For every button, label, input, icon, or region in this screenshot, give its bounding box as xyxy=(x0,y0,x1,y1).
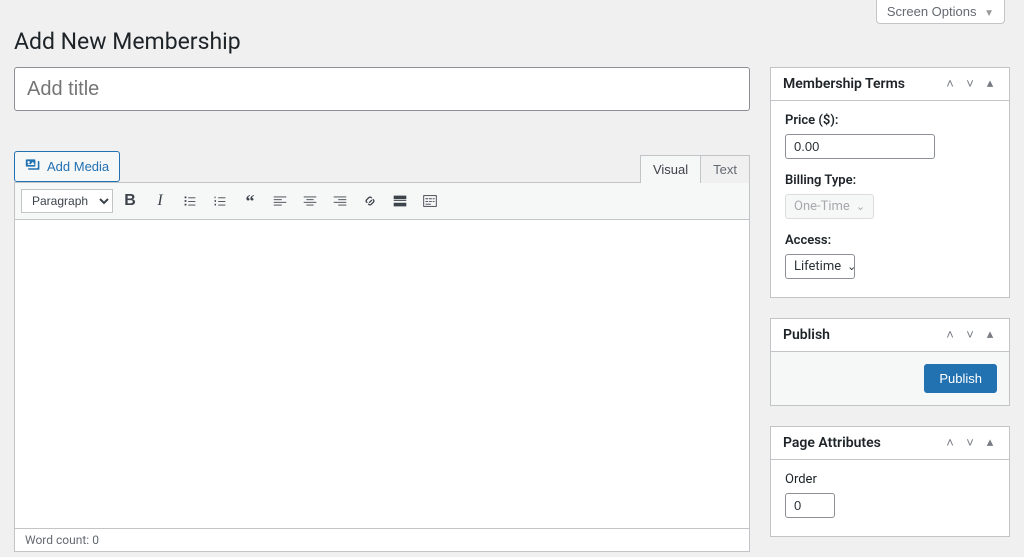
toolbar-toggle-button[interactable] xyxy=(417,188,443,214)
access-select[interactable]: Lifetime ⌄ xyxy=(785,254,855,279)
publish-button[interactable]: Publish xyxy=(924,364,997,393)
panel-up-icon[interactable]: ˄ xyxy=(943,435,957,451)
insert-more-button[interactable] xyxy=(387,188,413,214)
align-right-button[interactable] xyxy=(327,188,353,214)
access-label: Access: xyxy=(785,233,995,248)
order-input[interactable] xyxy=(785,493,835,518)
panel-membership-terms: Membership Terms ˄ ˅ ▴ Price ($): Billin… xyxy=(770,67,1010,298)
word-count-label: Word count: xyxy=(25,533,89,547)
chevron-down-icon: ⌄ xyxy=(856,200,865,213)
panel-title-publish: Publish xyxy=(783,327,830,343)
billing-type-value: One-Time xyxy=(794,199,850,214)
order-label: Order xyxy=(785,472,995,487)
tab-text[interactable]: Text xyxy=(700,155,750,183)
panel-down-icon[interactable]: ˅ xyxy=(963,76,977,92)
bold-button[interactable]: B xyxy=(117,188,143,214)
align-left-button[interactable] xyxy=(267,188,293,214)
panel-down-icon[interactable]: ˅ xyxy=(963,327,977,343)
editor-toolbar: Paragraph B I “ xyxy=(14,182,750,219)
panel-down-icon[interactable]: ˅ xyxy=(963,435,977,451)
numbered-list-button[interactable] xyxy=(207,188,233,214)
page-title: Add New Membership xyxy=(14,24,1010,67)
add-media-label: Add Media xyxy=(47,159,109,174)
align-center-button[interactable] xyxy=(297,188,323,214)
editor-footer: Word count: 0 xyxy=(14,529,750,552)
screen-options-button[interactable]: Screen Options ▼ xyxy=(876,0,1005,24)
blockquote-button[interactable]: “ xyxy=(237,188,263,214)
media-icon xyxy=(25,157,41,176)
italic-button[interactable]: I xyxy=(147,188,173,214)
word-count-value: 0 xyxy=(92,533,99,547)
panel-toggle-icon[interactable]: ▴ xyxy=(983,327,997,343)
title-input[interactable] xyxy=(14,67,750,111)
price-input[interactable] xyxy=(785,134,935,159)
screen-options-label: Screen Options xyxy=(887,4,977,19)
access-value: Lifetime xyxy=(794,259,841,274)
format-select[interactable]: Paragraph xyxy=(21,189,113,213)
billing-type-label: Billing Type: xyxy=(785,173,995,188)
panel-publish: Publish ˄ ˅ ▴ Publish xyxy=(770,318,1010,406)
panel-title-membership-terms: Membership Terms xyxy=(783,76,905,92)
chevron-down-icon: ▼ xyxy=(984,8,994,19)
billing-type-select: One-Time ⌄ xyxy=(785,194,874,219)
panel-up-icon[interactable]: ˄ xyxy=(943,327,957,343)
panel-title-page-attributes: Page Attributes xyxy=(783,435,881,451)
bullet-list-button[interactable] xyxy=(177,188,203,214)
panel-up-icon[interactable]: ˄ xyxy=(943,76,957,92)
chevron-down-icon: ⌄ xyxy=(847,260,856,273)
editor-content-area[interactable] xyxy=(14,219,750,529)
add-media-button[interactable]: Add Media xyxy=(14,151,120,182)
panel-toggle-icon[interactable]: ▴ xyxy=(983,76,997,92)
link-button[interactable] xyxy=(357,188,383,214)
panel-toggle-icon[interactable]: ▴ xyxy=(983,435,997,451)
panel-page-attributes: Page Attributes ˄ ˅ ▴ Order xyxy=(770,426,1010,537)
tab-visual[interactable]: Visual xyxy=(640,155,701,183)
price-label: Price ($): xyxy=(785,113,995,128)
